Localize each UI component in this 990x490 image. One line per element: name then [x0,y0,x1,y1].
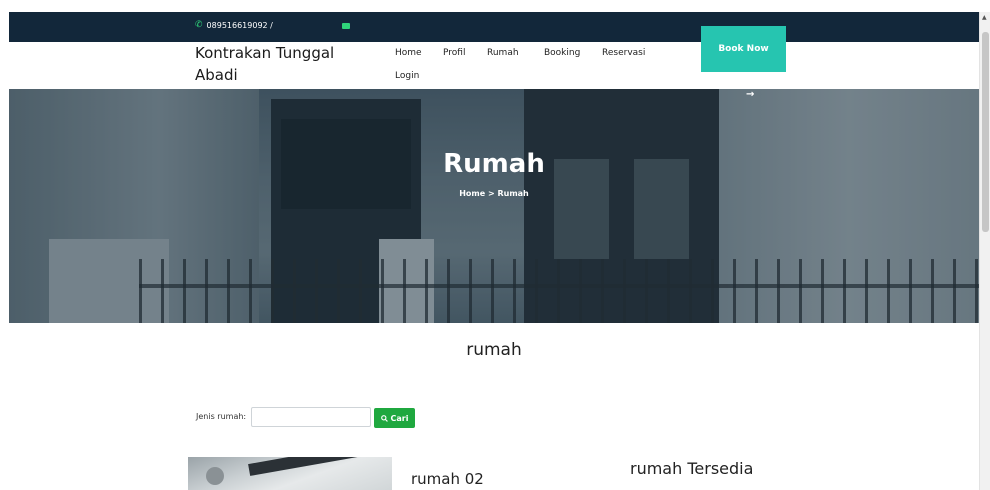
scrollbar-thumb[interactable] [982,32,989,232]
browser-frame-top [0,0,990,12]
listing-title[interactable]: rumah 02 [411,470,484,488]
brand-line-2: Abadi [195,66,238,84]
section-title: rumah [466,340,522,360]
browser-frame-left [0,12,9,490]
nav-home[interactable]: Home [395,48,422,58]
search-input[interactable] [251,407,371,427]
nav-login[interactable]: Login [395,71,419,81]
nav-profil[interactable]: Profil [443,48,465,58]
page-title: Rumah [443,149,545,179]
nav-rumah[interactable]: Rumah [487,48,519,58]
available-heading: rumah Tersedia [630,459,754,478]
arrow-right-icon[interactable]: → [746,89,754,100]
breadcrumb[interactable]: Home > Rumah [9,189,979,198]
nav-reservasi[interactable]: Reservasi [602,48,645,58]
main-navbar: Kontrakan Tunggal Abadi Home Profil Ruma… [9,42,979,89]
search-icon [380,414,388,422]
site-brand[interactable]: Kontrakan Tunggal Abadi [195,42,375,86]
search-button-label: Cari [390,413,409,423]
page-scrollbar[interactable]: ▲ [979,12,990,490]
nav-booking[interactable]: Booking [544,48,580,58]
phone-number: 089516619092 / [206,20,273,30]
scroll-up-icon[interactable]: ▲ [982,14,987,21]
book-now-button[interactable]: Book Now [701,26,786,72]
top-contact-bar: ✆ 089516619092 / [9,12,979,42]
fan-icon [206,467,224,485]
search-label: Jenis rumah: [196,412,247,421]
brand-line-1: Kontrakan Tunggal [195,44,335,62]
phone-icon: ✆ [195,20,203,30]
hero-overlay [9,89,979,323]
listing-thumbnail[interactable] [188,457,392,490]
phone-contact[interactable]: ✆ 089516619092 / [195,20,273,30]
hero-banner: → Rumah Home > Rumah [9,89,979,323]
envelope-icon[interactable] [342,23,350,29]
search-button[interactable]: Cari [374,408,415,428]
